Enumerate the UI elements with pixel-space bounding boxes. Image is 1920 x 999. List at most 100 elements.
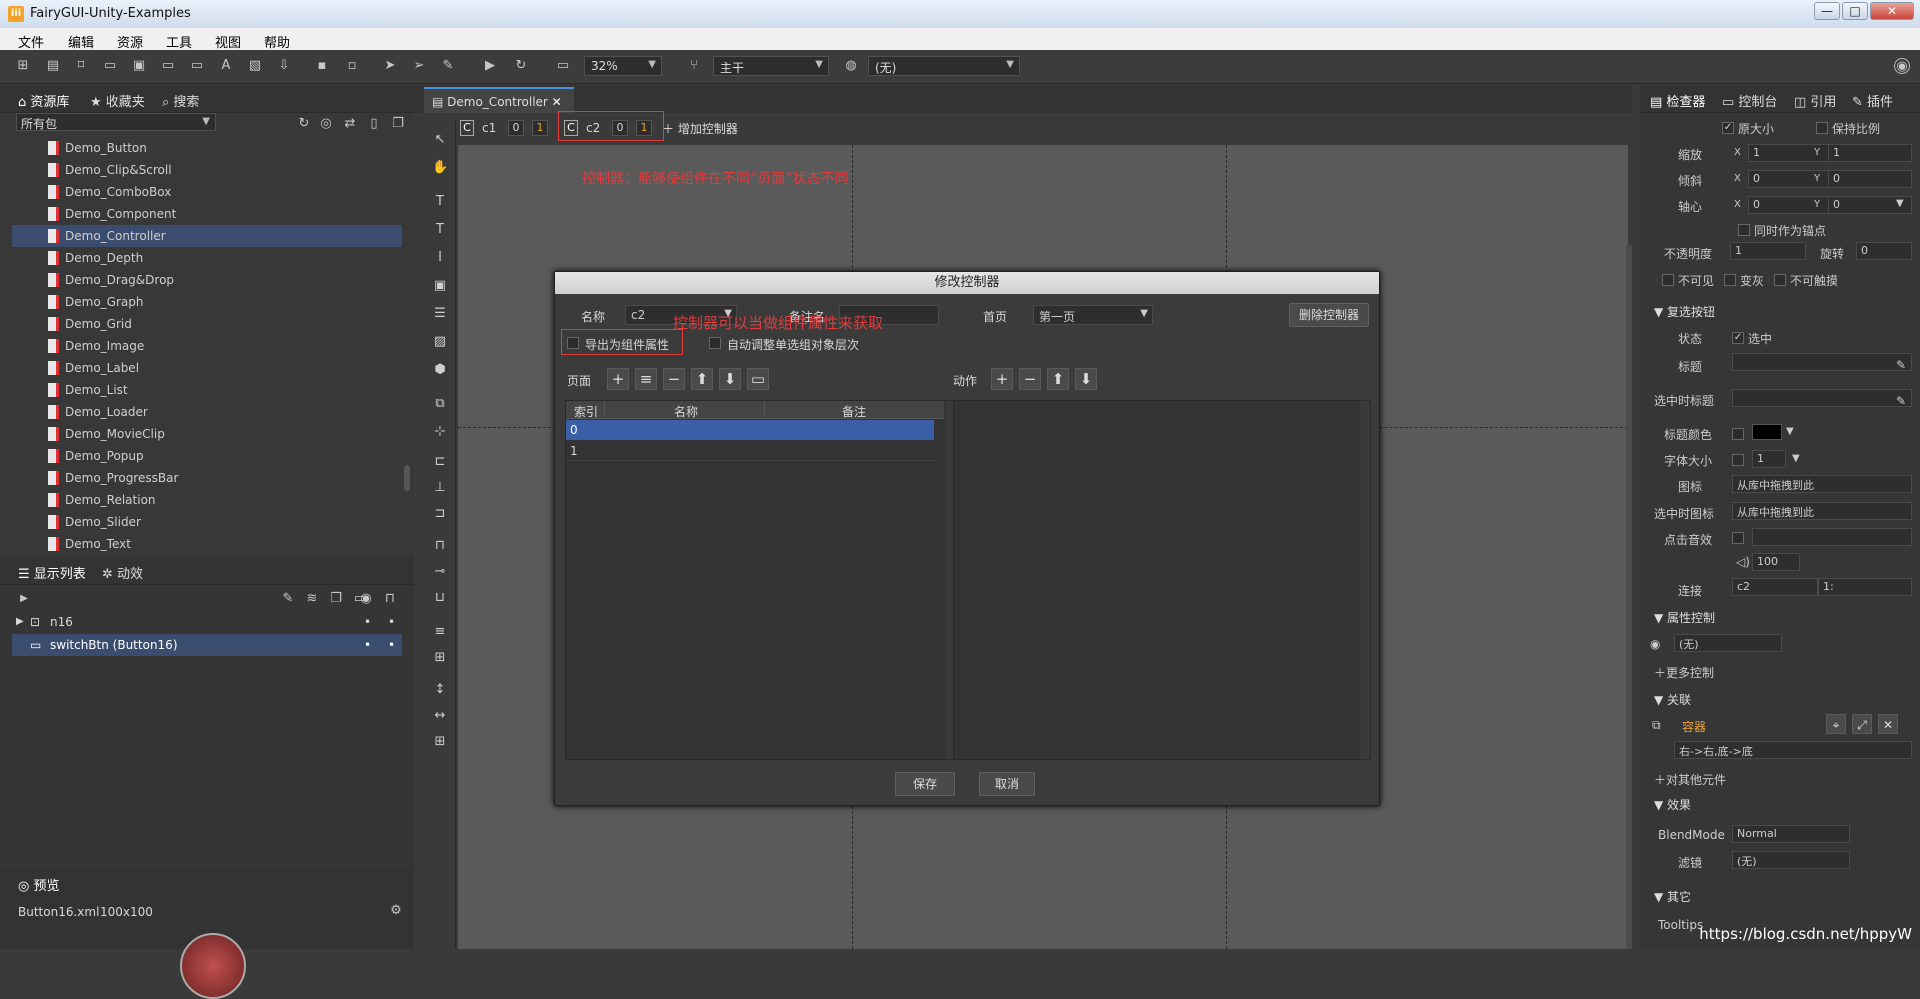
property-control-select[interactable]: (无)	[1674, 634, 1782, 652]
menu-help[interactable]: 帮助	[264, 32, 290, 51]
rotation-input[interactable]: 0	[1856, 242, 1912, 260]
font-size-dropdown-icon[interactable]: ▼	[1792, 453, 1800, 464]
library-item[interactable]: Demo_Label	[12, 357, 402, 379]
library-item[interactable]: Demo_Text	[12, 533, 402, 555]
swap-icon[interactable]: ⇄	[342, 116, 358, 132]
actions-scrollbar[interactable]	[1360, 401, 1370, 759]
library-item[interactable]: Demo_Controller	[12, 225, 402, 247]
settings-gear-icon[interactable]: ⚙	[388, 903, 404, 919]
tab-search[interactable]: ⌕ 搜索	[162, 91, 199, 110]
button-icon[interactable]: ▭	[102, 58, 118, 74]
list-tool-icon[interactable]: ☰	[432, 306, 448, 322]
gray-checkbox[interactable]	[1724, 274, 1736, 286]
delete-controller-button[interactable]: 删除控制器	[1289, 303, 1369, 327]
expand-icon[interactable]: ▶	[16, 591, 32, 607]
menu-assets[interactable]: 资源	[117, 32, 143, 51]
section-property-control[interactable]: ▼ 属性控制	[1654, 609, 1715, 626]
minimize-button[interactable]: —	[1814, 2, 1840, 20]
icon-input[interactable]: 从库中拖拽到此	[1732, 475, 1912, 493]
anchor-checkbox[interactable]	[1738, 224, 1750, 236]
zoom-select[interactable]: 32%▼	[584, 56, 662, 76]
sound-checkbox[interactable]	[1732, 532, 1744, 544]
add-page-icon[interactable]: +	[607, 368, 629, 390]
copy-icon[interactable]: ❐	[390, 116, 406, 132]
title-color-swatch[interactable]	[1752, 424, 1782, 440]
move-up-icon[interactable]: ⬆	[691, 368, 713, 390]
close-button[interactable]: ✕	[1870, 2, 1914, 20]
loader-tool-icon[interactable]: ▨	[432, 334, 448, 350]
selected-icon-input[interactable]: 从库中拖拽到此	[1732, 502, 1912, 520]
slider-icon[interactable]: ▭	[189, 58, 205, 74]
tab-display-list[interactable]: ☰ 显示列表	[18, 563, 86, 582]
display-row-n16[interactable]: ▶⊡n16 ••	[12, 611, 402, 633]
hide-icon[interactable]: ≋	[304, 591, 320, 607]
eye-icon[interactable]: ◉	[358, 591, 374, 607]
home-select[interactable]: 第一页▼	[1033, 305, 1153, 325]
select-tool-icon[interactable]: ↖	[432, 132, 448, 148]
section-other[interactable]: ▼ 其它	[1654, 888, 1691, 905]
library-item[interactable]: Demo_Slider	[12, 511, 402, 533]
blend-mode-select[interactable]: Normal	[1732, 825, 1850, 843]
library-item[interactable]: Demo_Component	[12, 203, 402, 225]
color-dropdown-icon[interactable]: ▼	[1786, 426, 1794, 437]
new-component-icon[interactable]: ▤	[45, 58, 61, 74]
tab-references[interactable]: ◫ 引用	[1794, 91, 1836, 110]
invisible-checkbox[interactable]	[1662, 274, 1674, 286]
align-right-icon[interactable]: ⊐	[432, 506, 448, 522]
image-icon[interactable]: ▧	[247, 58, 263, 74]
tab-console[interactable]: ▭ 控制台	[1722, 91, 1777, 110]
graph-tool-icon[interactable]: ⊹	[432, 424, 448, 440]
doc-tab[interactable]: ▤ Demo_Controller ✕	[424, 87, 574, 113]
section-relations[interactable]: ▼ 关联	[1654, 691, 1691, 708]
group-tool-icon[interactable]: ⧉	[432, 396, 448, 412]
link-controller-select[interactable]: c2	[1732, 578, 1818, 596]
library-item[interactable]: Demo_ProgressBar	[12, 467, 402, 489]
library-item[interactable]: Demo_Drag&Drop	[12, 269, 402, 291]
user-icon[interactable]: ◉	[1894, 58, 1910, 74]
monitor-icon[interactable]: ▭	[555, 58, 571, 74]
orig-size-checkbox[interactable]: ✓	[1722, 122, 1734, 134]
tab-plugins[interactable]: ✎ 插件	[1852, 91, 1893, 110]
maximize-button[interactable]: □	[1842, 2, 1868, 20]
menu-edit[interactable]: 编辑	[68, 32, 94, 51]
image-tool-icon[interactable]: ▣	[432, 278, 448, 294]
remove-relation-icon[interactable]: ✕	[1878, 714, 1898, 734]
align-middle-icon[interactable]: ⊸	[432, 564, 448, 580]
target-icon[interactable]: ⌖	[1826, 714, 1846, 734]
group-icon[interactable]: ❐	[328, 591, 344, 607]
link-page-select[interactable]: 1:	[1818, 578, 1912, 596]
alpha-input[interactable]: 1	[1730, 242, 1806, 260]
untouchable-checkbox[interactable]	[1774, 274, 1786, 286]
library-item[interactable]: Demo_Grid	[12, 313, 402, 335]
other-element-button[interactable]: ＋对其他元件	[1654, 771, 1726, 788]
tab-favorites[interactable]: ★ 收藏夹	[90, 91, 145, 110]
refresh-library-icon[interactable]: ↻	[296, 116, 312, 132]
align-top-icon[interactable]: ⊓	[432, 538, 448, 554]
save-button[interactable]: 保存	[895, 772, 955, 796]
keep-ratio-checkbox[interactable]	[1816, 122, 1828, 134]
combo-icon[interactable]: ▣	[131, 58, 147, 74]
edit-title-icon[interactable]: ✎	[1896, 358, 1906, 372]
library-item[interactable]: Demo_Graph	[12, 291, 402, 313]
distribute-h-icon[interactable]: ≡	[432, 624, 448, 640]
richtext-tool-icon[interactable]: T	[432, 222, 448, 238]
volume-input[interactable]: 100	[1752, 553, 1800, 571]
library-item[interactable]: Demo_Depth	[12, 247, 402, 269]
menu-tools[interactable]: 工具	[166, 32, 192, 51]
library-item[interactable]: Demo_List	[12, 379, 402, 401]
branch-icon[interactable]: ⑂	[686, 58, 702, 74]
publish-all-icon[interactable]: ➢	[411, 58, 427, 74]
package-select[interactable]: 所有包▼	[16, 113, 216, 131]
sound-input[interactable]	[1752, 528, 1912, 546]
action-up-icon[interactable]: ⬆	[1047, 368, 1069, 390]
insert-page-icon[interactable]: ≡	[635, 368, 657, 390]
library-item[interactable]: Demo_Loader	[12, 401, 402, 423]
remove-page-icon[interactable]: −	[663, 368, 685, 390]
library-item[interactable]: Demo_Image	[12, 335, 402, 357]
canvas-scrollbar[interactable]	[1626, 245, 1632, 949]
state-checkbox[interactable]: ✓	[1732, 332, 1744, 344]
hand-tool-icon[interactable]: ✋	[432, 160, 448, 176]
edit-selected-title-icon[interactable]: ✎	[1896, 394, 1906, 408]
branch-select[interactable]: 主干▼	[713, 56, 829, 76]
font-size-input[interactable]: 1	[1752, 450, 1786, 468]
